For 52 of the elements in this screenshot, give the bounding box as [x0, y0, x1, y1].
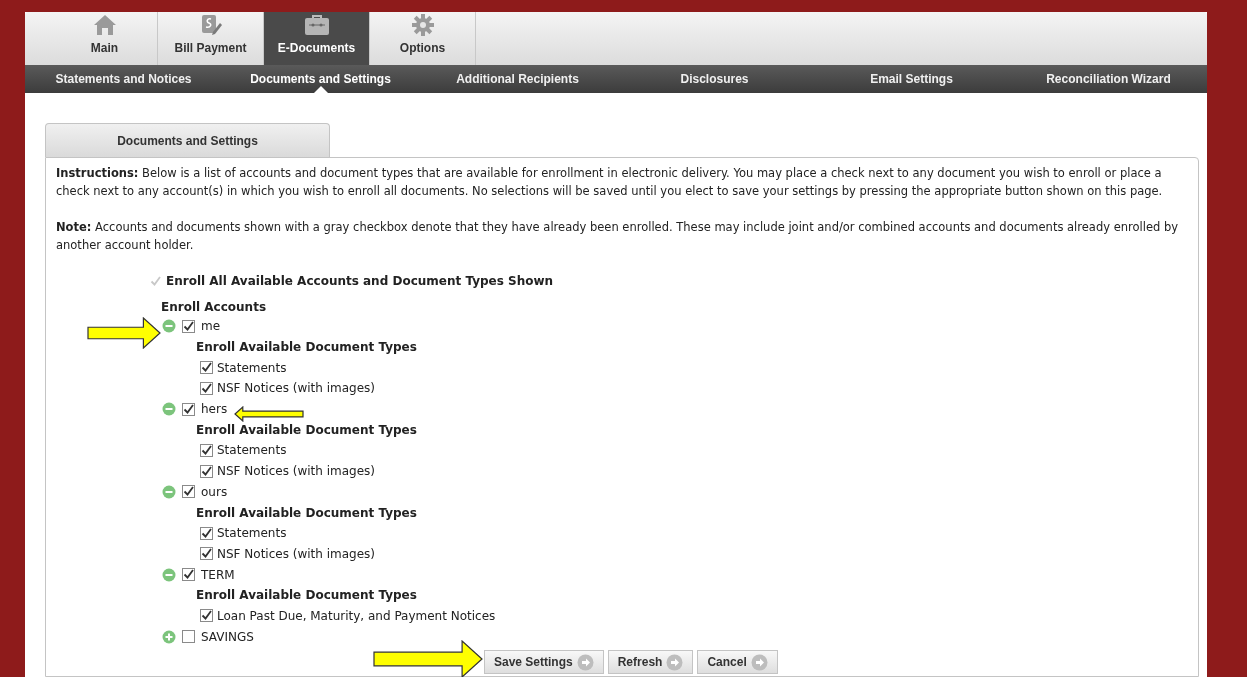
note-text: Note: Accounts and documents shown with a gray checkbox denote that they have already been enrolled. These may include joint and/or combined accounts and documents already enrolled by another account holder.: [56, 219, 1180, 254]
checkbox[interactable]: [200, 526, 213, 540]
account-label: me: [201, 318, 221, 336]
sub-nav-link[interactable]: Documents and Settings: [222, 64, 419, 93]
document-label: NSF Notices (with images): [217, 545, 375, 563]
annotation-arrow: [234, 406, 304, 422]
document-types-heading: Enroll Available Document Types: [196, 587, 417, 605]
document-label: Statements: [217, 359, 287, 377]
account-label: TERM: [201, 566, 235, 584]
accounts-heading: Enroll Accounts: [161, 299, 267, 316]
checkbox[interactable]: [200, 547, 213, 561]
sub-nav-link[interactable]: Email Settings: [813, 64, 1010, 93]
section-tab[interactable]: Documents and Settings: [45, 123, 330, 157]
document-types-heading: Enroll Available Document Types: [196, 421, 417, 439]
document-types-heading: Enroll Available Document Types: [196, 339, 417, 357]
account-label: hers: [201, 401, 228, 419]
account-label: SAVINGS: [201, 628, 254, 646]
gear-icon: [411, 13, 434, 36]
arrow-right-icon: [576, 653, 594, 671]
sub-nav-link[interactable]: Disclosures: [616, 64, 813, 93]
checkbox[interactable]: [182, 630, 195, 644]
enroll-all-label: Enroll All Available Accounts and Document Types Shown: [166, 273, 554, 290]
document-label: Statements: [217, 525, 287, 543]
checkbox[interactable]: [200, 361, 213, 375]
arrow-right-icon: [666, 653, 684, 671]
home-icon: [92, 13, 117, 36]
account-label: ours: [201, 483, 228, 501]
checkbox[interactable]: [200, 381, 213, 395]
sub-nav-link[interactable]: Additional Recipients: [419, 64, 616, 93]
checkbox[interactable]: [182, 485, 195, 499]
sub-nav-link[interactable]: Reconciliation Wizard: [1010, 64, 1207, 93]
action-button[interactable]: Refresh: [607, 650, 694, 674]
sub-nav-link[interactable]: Statements and Notices: [25, 64, 222, 93]
main-tab[interactable]: E-Documents: [264, 12, 370, 65]
checkbox[interactable]: [200, 464, 213, 478]
checkbox[interactable]: [182, 402, 195, 416]
document-label: NSF Notices (with images): [217, 463, 375, 481]
action-button[interactable]: Cancel: [697, 650, 778, 674]
action-button[interactable]: Save Settings: [484, 650, 604, 674]
briefcase-icon: [303, 13, 330, 36]
document-label: Statements: [217, 442, 287, 460]
document-label: NSF Notices (with images): [217, 380, 375, 398]
checkbox[interactable]: [200, 443, 213, 457]
checkbox[interactable]: [182, 568, 195, 582]
document-types-heading: Enroll Available Document Types: [196, 504, 417, 522]
instructions-text: Instructions: Below is a list of accounts and document types that are available for enrollment in electronic delivery. You may place a check next to any document you wish to enroll or place a check next to any account(s) in which you wish to enroll all documents. No selections will be saved until you elect to save your settings by pressing the appropriate button shown on this page.: [56, 165, 1164, 200]
main-tab[interactable]: Options: [370, 12, 476, 65]
document-label: Loan Past Due, Maturity, and Payment Notices: [217, 607, 496, 625]
checkbox[interactable]: [200, 609, 213, 623]
main-tab[interactable]: Main: [52, 12, 158, 65]
checkbox[interactable]: [182, 319, 195, 333]
arrow-right-icon: [750, 653, 768, 671]
